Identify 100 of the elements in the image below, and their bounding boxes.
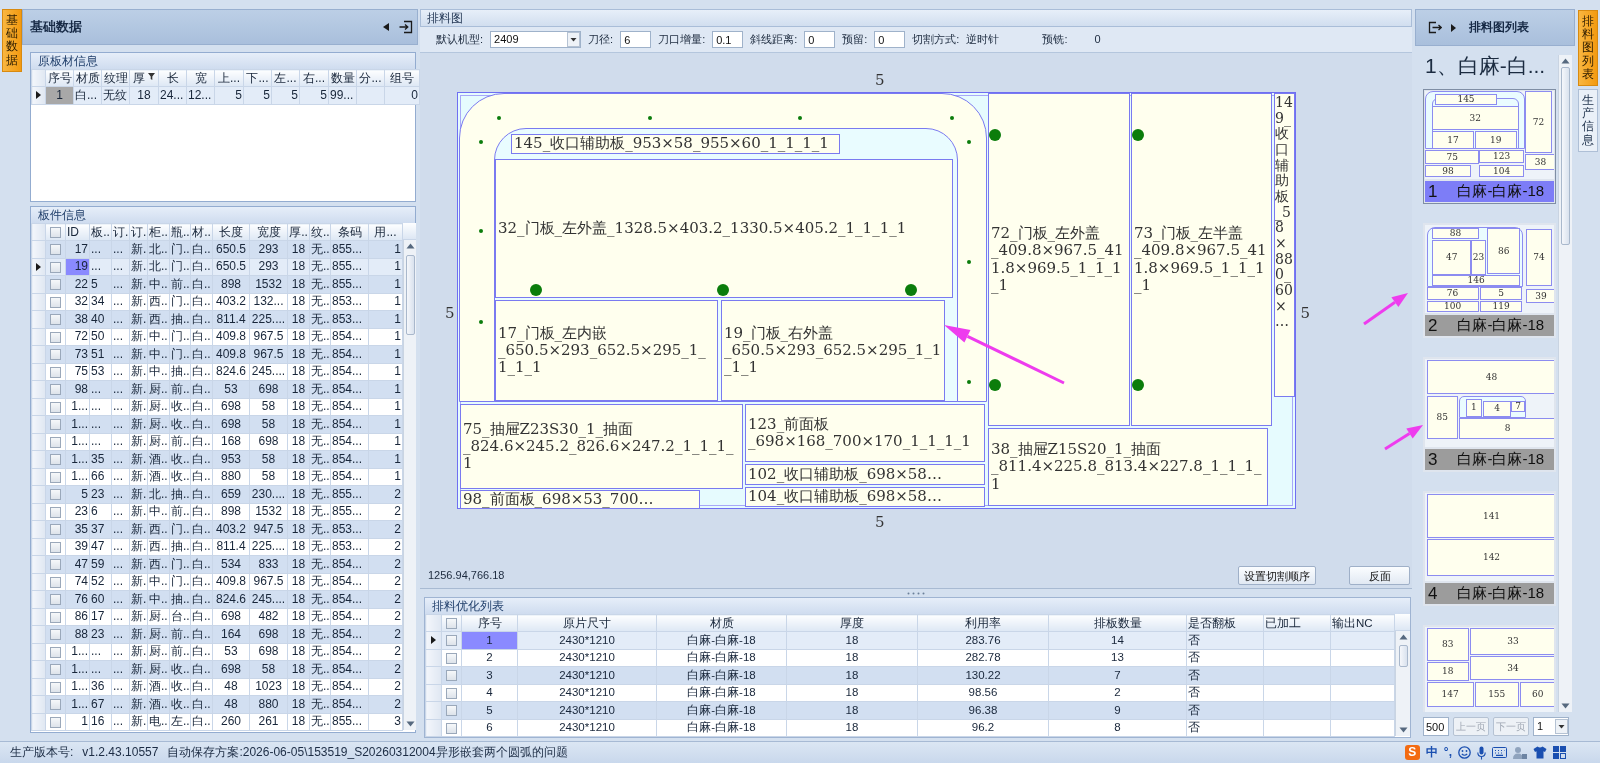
grip-icon[interactable] — [907, 591, 925, 595]
layout-thumbnail[interactable]: 48 85 1 4 7 8 3 白麻-白麻-18 — [1423, 357, 1556, 472]
column-header[interactable]: 排板数量 — [1048, 614, 1187, 632]
layout-thumbnail[interactable]: 141 142 4 白麻-白麻-18 — [1423, 491, 1556, 606]
sheet-part[interactable]: 104_收口辅助板_698×58… — [745, 487, 985, 507]
checkbox[interactable] — [446, 705, 457, 717]
column-header[interactable]: 材质 — [73, 69, 102, 87]
column-header[interactable]: 右... — [299, 69, 329, 87]
checkbox[interactable] — [50, 279, 61, 291]
scroll-thumb[interactable] — [1561, 67, 1570, 245]
sheet-part[interactable]: 149_收口辅助板_58×880_60×… — [1274, 93, 1295, 397]
person-icon[interactable] — [1513, 745, 1527, 760]
sheet-part[interactable]: 98_前面板_698×53_700… — [460, 490, 700, 509]
checkbox[interactable] — [50, 261, 61, 273]
checkbox[interactable] — [50, 331, 61, 343]
dropdown[interactable]: 2409 — [490, 31, 582, 48]
shirt-icon[interactable] — [1533, 746, 1547, 759]
sheet-part[interactable]: 145_收口辅助板_953×58_955×60_1_1_1_1 — [511, 134, 840, 154]
checkbox[interactable] — [50, 681, 61, 693]
checkbox[interactable] — [50, 366, 61, 378]
checkbox[interactable] — [50, 401, 61, 413]
column-header[interactable]: ID — [65, 223, 90, 241]
checkbox[interactable] — [50, 244, 61, 256]
column-header[interactable]: 纹理 — [101, 69, 130, 87]
column-header[interactable]: 纹.. — [309, 223, 331, 241]
scroll-up-icon[interactable] — [1398, 634, 1408, 640]
column-header[interactable]: 厚 — [129, 69, 159, 87]
page-size-field[interactable]: 500 — [1423, 717, 1449, 736]
sheet-part[interactable]: 123_前面板_698×168_700×170_1_1_1_1 — [745, 404, 985, 462]
checkbox[interactable] — [446, 722, 457, 734]
column-header[interactable]: 用... — [368, 223, 403, 241]
checkbox[interactable] — [50, 664, 61, 676]
checkbox[interactable] — [50, 699, 61, 711]
column-header[interactable]: 数量 — [328, 69, 357, 87]
input-field[interactable]: 0 — [874, 31, 906, 48]
smiley-icon[interactable] — [1458, 746, 1471, 759]
checkbox[interactable] — [446, 617, 457, 629]
side-tab[interactable]: 基础数据 — [2, 9, 22, 72]
caret-icon[interactable] — [567, 32, 581, 47]
checkbox[interactable] — [50, 436, 61, 448]
scroll-down-icon[interactable] — [1561, 703, 1570, 709]
checkbox[interactable] — [50, 226, 61, 238]
checkbox[interactable] — [50, 594, 61, 606]
checkbox[interactable] — [50, 716, 61, 728]
microphone-icon[interactable] — [1477, 745, 1486, 760]
column-header[interactable]: 输出NC — [1330, 614, 1395, 632]
sheet-part[interactable]: 102_收口辅助板_698×58… — [745, 464, 985, 485]
cut-order-button[interactable]: 设置切割顺序 — [1238, 566, 1316, 585]
column-header[interactable]: 已加工 — [1263, 614, 1331, 632]
checkbox[interactable] — [50, 506, 61, 518]
keyboard-icon[interactable] — [1492, 747, 1507, 758]
ime-punctuation[interactable]: °, — [1443, 745, 1452, 760]
column-header[interactable]: 上... — [214, 69, 244, 87]
back-side-button[interactable]: 反面 — [1349, 566, 1410, 585]
checkbox[interactable] — [50, 419, 61, 431]
column-header[interactable]: 材.. — [190, 223, 213, 241]
column-header[interactable]: 瓶.. — [169, 223, 191, 241]
column-header[interactable]: 原片尺寸 — [517, 614, 657, 632]
checkbox[interactable] — [446, 687, 457, 699]
scroll-down-icon[interactable] — [1398, 727, 1408, 733]
sign-in-icon[interactable] — [399, 20, 413, 34]
sign-out-icon[interactable] — [1428, 21, 1442, 34]
column-header[interactable]: 板.. — [89, 223, 112, 241]
checkbox[interactable] — [50, 646, 61, 658]
column-header[interactable]: 是否翻板 — [1186, 614, 1264, 632]
checkbox[interactable] — [50, 384, 61, 396]
column-header[interactable]: 序号 — [461, 614, 518, 632]
checkbox[interactable] — [50, 471, 61, 483]
input-field[interactable]: 0 — [804, 31, 836, 48]
column-header[interactable]: 材质 — [656, 614, 787, 632]
checkbox[interactable] — [50, 349, 61, 361]
scrollbar[interactable] — [403, 240, 416, 730]
column-header[interactable]: 下... — [243, 69, 272, 87]
column-header[interactable]: 厚.. — [287, 223, 310, 241]
checkbox[interactable] — [50, 489, 61, 501]
input-field[interactable]: 6 — [620, 31, 652, 48]
scrollbar[interactable] — [1558, 55, 1572, 712]
checkbox[interactable] — [446, 670, 457, 682]
scroll-up-icon[interactable] — [405, 243, 415, 249]
checkbox[interactable] — [50, 524, 61, 536]
sheet-part[interactable]: 32_门板_左外盖_1328.5×403.2_1330.5×405.2_1_1_1_1 — [495, 159, 953, 298]
checkbox[interactable] — [50, 629, 61, 641]
checkbox[interactable] — [50, 559, 61, 571]
column-header[interactable]: 分... — [356, 69, 385, 87]
checkbox[interactable] — [50, 541, 61, 553]
checkbox[interactable] — [50, 611, 61, 623]
checkbox[interactable] — [50, 314, 61, 326]
sheet-part[interactable]: 73_门板_左半盖_409.8×967.5_411.8×969.5_1_1_1_1 — [1131, 93, 1272, 426]
checkbox[interactable] — [50, 576, 61, 588]
layout-thumbnail[interactable]: 88 47 23 86 146 74 76 5 100 119 39 2 白麻-白麻-18 — [1423, 223, 1556, 338]
sheet-part[interactable]: 17_门板_左内嵌_650.5×293_652.5×295_1_1_1_1 — [495, 300, 718, 401]
checkbox[interactable] — [446, 635, 457, 647]
filter-icon[interactable] — [148, 72, 155, 80]
column-header[interactable]: 柜.. — [147, 223, 170, 241]
grid-icon[interactable] — [1553, 746, 1566, 759]
column-header[interactable]: 厚度 — [786, 614, 918, 632]
layout-thumbnail[interactable]: 145 32 17 19 72 75 123 98 104 38 1 白麻-白麻-18 — [1423, 89, 1556, 204]
sheet-part[interactable]: 75_抽屉Z23S30_1_抽面_824.6×245.2_826.6×247.2_1_1_1_1 — [460, 404, 743, 489]
input-field[interactable]: 0.1 — [712, 31, 744, 48]
column-header[interactable]: 宽 — [186, 69, 215, 87]
